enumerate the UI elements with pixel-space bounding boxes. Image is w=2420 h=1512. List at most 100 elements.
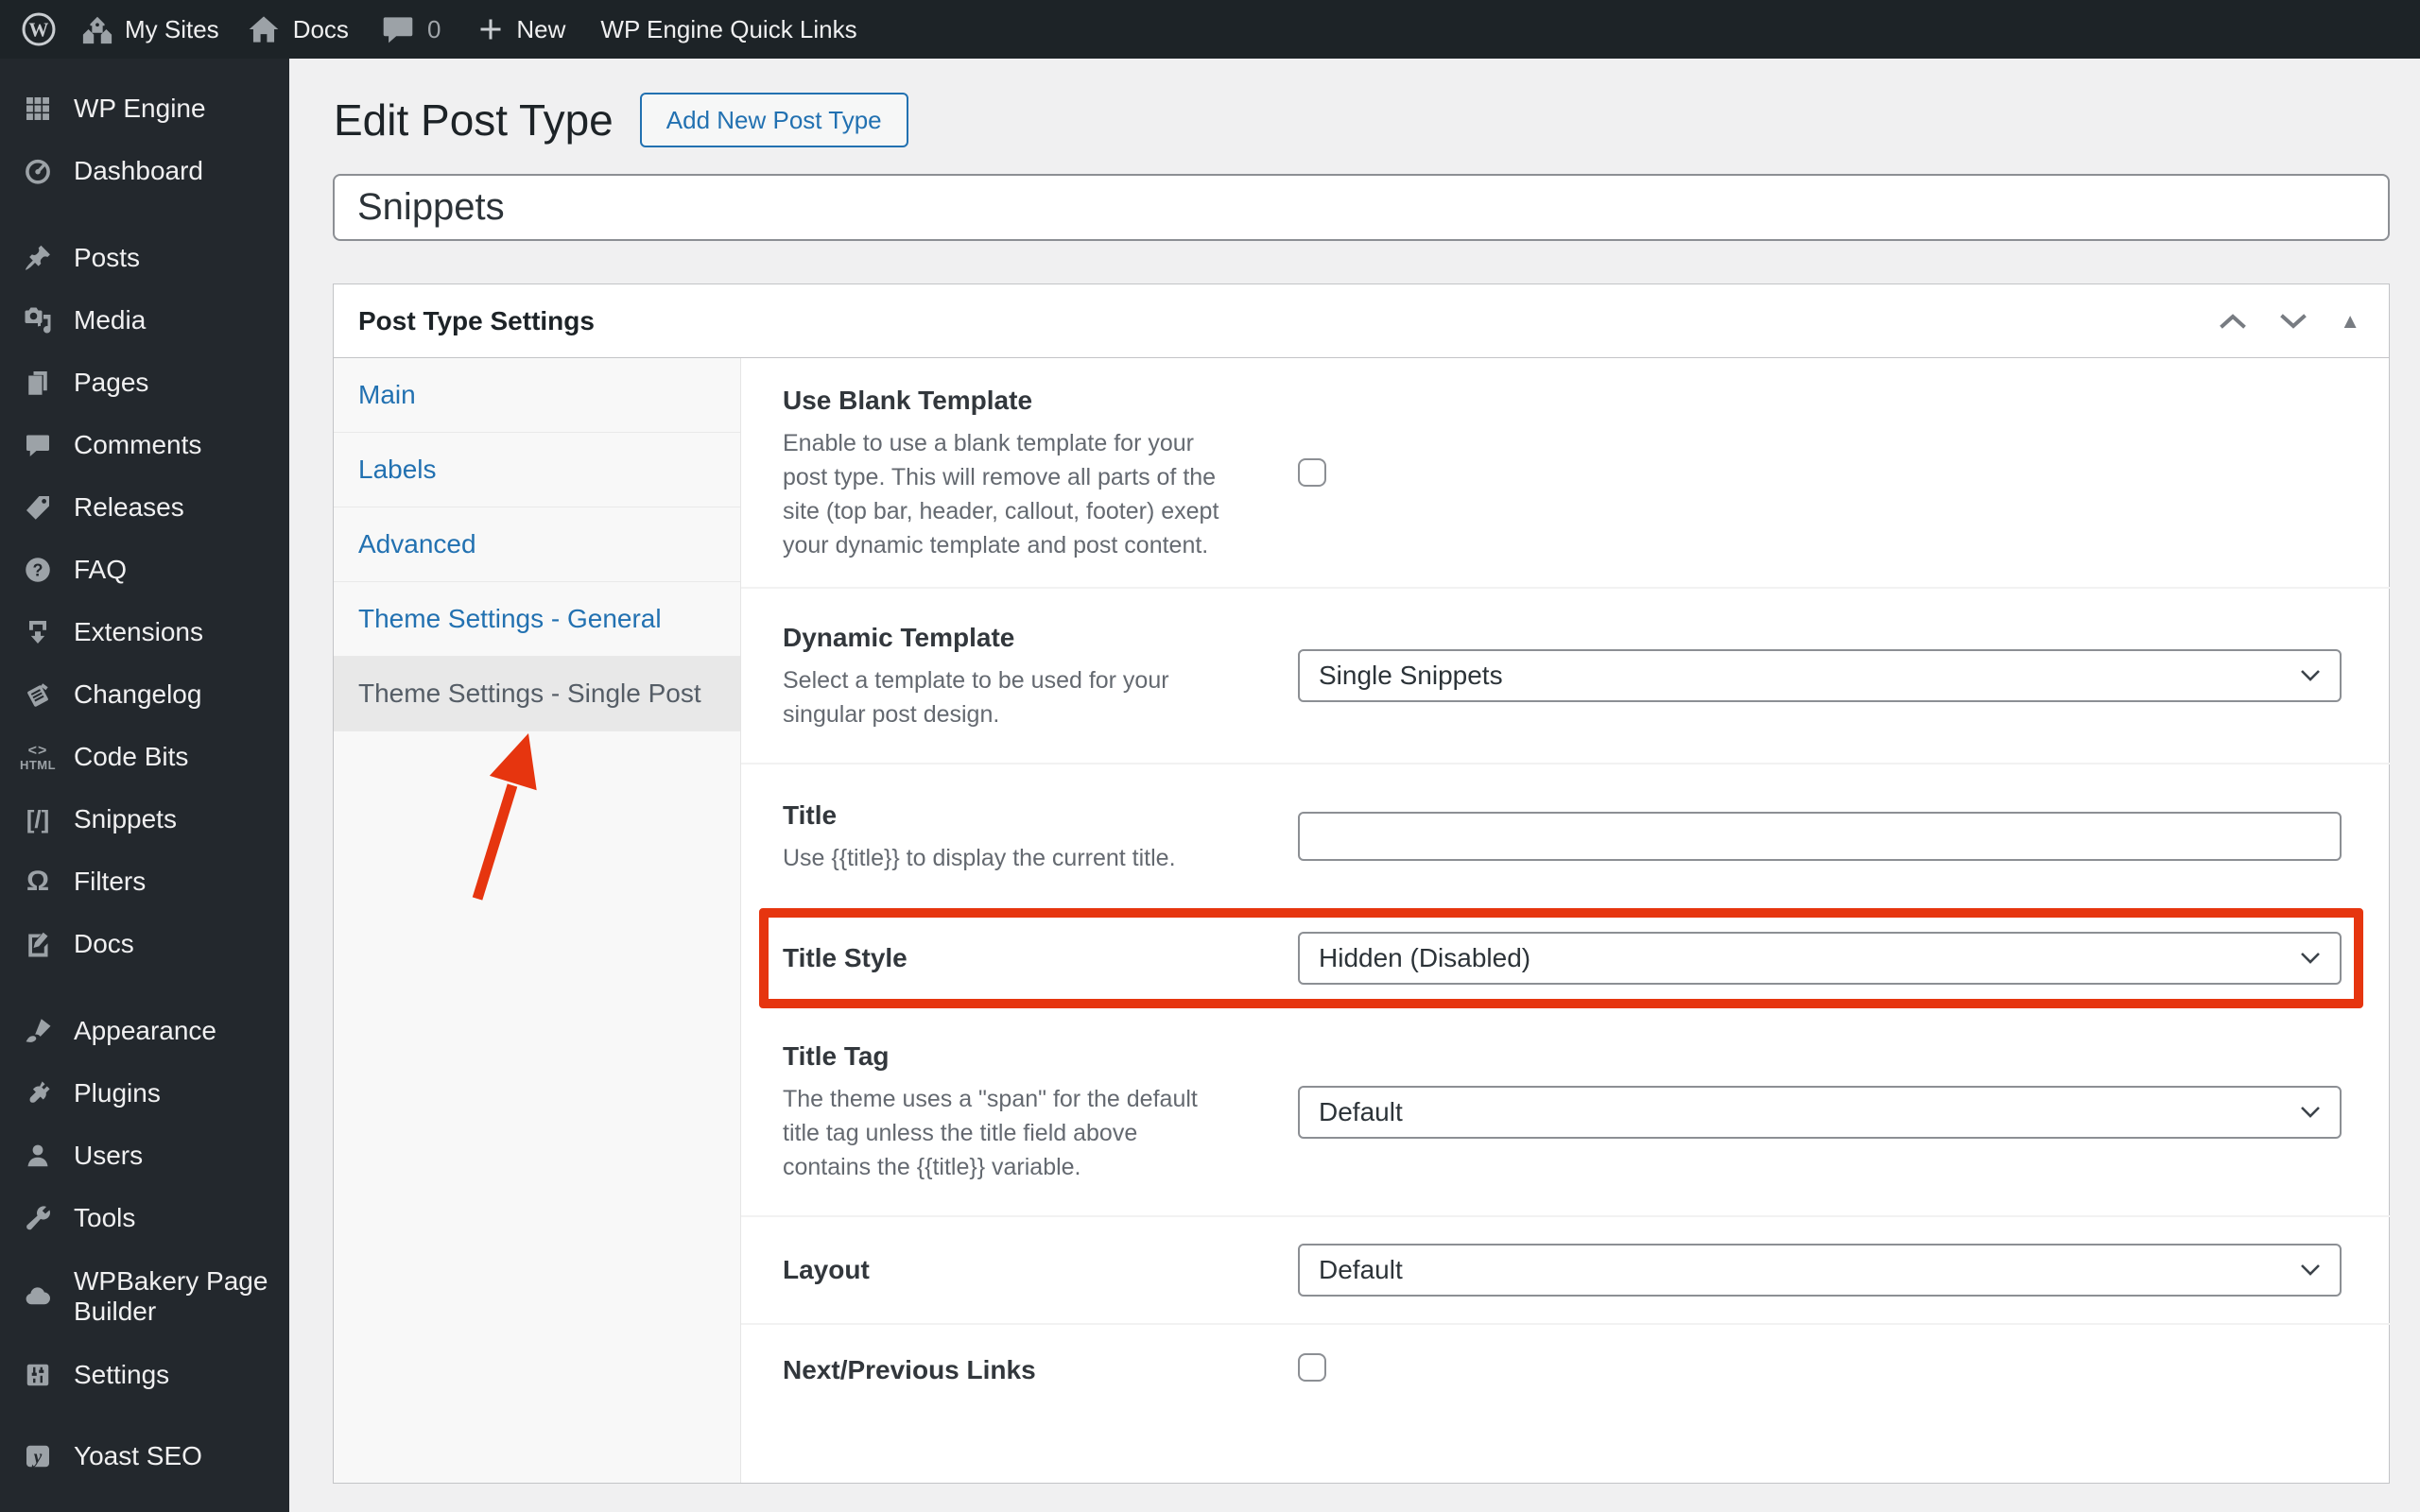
quick-links-label: WP Engine Quick Links [600,14,857,43]
sidebar-item-changelog[interactable]: Changelog [0,663,289,726]
sidebar-item-appearance[interactable]: Appearance [0,1000,289,1062]
plus-icon [476,15,505,43]
multisite-icon [79,13,115,45]
field-description: Select a template to be used for your si… [783,666,1169,728]
chevron-down-icon [2300,952,2321,965]
toggle-panel-icon[interactable]: ▲ [2336,307,2364,335]
add-new-post-type-button[interactable]: Add New Post Type [639,93,908,147]
sliders-icon [17,1361,59,1389]
my-sites-menu[interactable]: My Sites [79,13,219,45]
sidebar-item-filters[interactable]: Ω Filters [0,850,289,913]
omega-icon: Ω [26,866,50,897]
paintbrush-icon [17,1017,59,1045]
field-label: Title Tag [783,1041,890,1071]
camera-icon [17,306,59,335]
wordpress-admin: W My Sites Docs 0 New WP Engine Quick Li… [0,0,2420,1512]
metabox-title: Post Type Settings [358,305,595,335]
field-label: Layout [783,1255,870,1284]
next-previous-links-checkbox[interactable] [1298,1353,1326,1382]
layout-select[interactable]: Default [1298,1244,2342,1297]
field-title-tag: Title Tag The theme uses a "span" for th… [741,1008,2390,1217]
menu-separator [0,202,289,227]
selected-value: Hidden (Disabled) [1319,943,1531,972]
sidebar-item-wpbakery[interactable]: WPBakery Page Builder [0,1249,289,1344]
sidebar-item-tools[interactable]: Tools [0,1187,289,1249]
menu-separator [0,1406,289,1425]
pushpin-icon [17,244,59,272]
svg-text:W: W [29,19,49,42]
use-blank-template-checkbox[interactable] [1298,458,1326,487]
speech-bubble-icon [17,431,59,459]
sidebar-item-yoast-seo[interactable]: y Yoast SEO [0,1425,289,1487]
sidebar-item-pages[interactable]: Pages [0,352,289,414]
tag-icon [17,493,59,522]
chevron-down-icon [2300,669,2321,682]
metabox-header[interactable]: Post Type Settings ▲ [334,284,2389,358]
sidebar-item-settings[interactable]: Settings [0,1344,289,1406]
comment-bubble-icon [381,13,415,45]
sidebar-item-users[interactable]: Users [0,1125,289,1187]
sidebar-item-media[interactable]: Media [0,289,289,352]
chevron-down-icon [2300,1106,2321,1119]
shortcode-icon: [/] [26,805,50,833]
move-up-icon[interactable] [2215,308,2251,335]
field-description: The theme uses a "span" for the default … [783,1086,1198,1180]
write-notes-icon [17,680,59,709]
sidebar-item-wp-engine[interactable]: WP Engine [0,77,289,140]
admin-content: Edit Post Type Add New Post Type Post Ty… [289,59,2420,1512]
dynamic-template-select[interactable]: Single Snippets [1298,649,2342,702]
selected-value: Default [1319,1255,1403,1284]
site-docs-menu[interactable]: Docs [248,14,349,44]
field-label: Dynamic Template [783,622,1015,652]
tab-theme-settings-single-post[interactable]: Theme Settings - Single Post [334,657,740,731]
field-description: Enable to use a blank template for your … [783,429,1219,558]
dashboard-icon [17,157,59,185]
new-label: New [516,14,566,43]
wordpress-logo-icon[interactable]: W [21,11,57,47]
page-header: Edit Post Type Add New Post Type [334,93,908,147]
sidebar-item-comments[interactable]: Comments [0,414,289,476]
annotation-arrow [472,733,537,901]
new-menu[interactable]: New [476,15,565,44]
sidebar-item-dashboard[interactable]: Dashboard [0,140,289,202]
settings-fields: Use Blank Template Enable to use a blank… [741,358,2390,1483]
sidebar-item-docs[interactable]: Docs [0,913,289,975]
user-icon [17,1142,59,1170]
field-layout: Layout Default [741,1217,2390,1325]
sidebar-item-extensions[interactable]: Extensions [0,601,289,663]
grid-icon [17,94,59,123]
metabox-body: Main Labels Advanced Theme Settings - Ge… [334,358,2390,1483]
svg-text:?: ? [33,560,43,579]
title-tag-select[interactable]: Default [1298,1085,2342,1139]
sidebar-item-releases[interactable]: Releases [0,476,289,539]
title-style-select[interactable]: Hidden (Disabled) [1298,932,2342,985]
settings-tab-list: Main Labels Advanced Theme Settings - Ge… [334,358,741,1483]
sidebar-item-plugins[interactable]: Plugins [0,1062,289,1125]
site-docs-label: Docs [292,14,349,43]
sidebar-item-faq[interactable]: ? FAQ [0,539,289,601]
tab-advanced[interactable]: Advanced [334,507,740,582]
admin-sidebar-menu: WP Engine Dashboard Posts Media Pages Co… [0,59,289,1512]
menu-separator [0,975,289,1000]
title-text-input[interactable] [1298,812,2342,861]
sidebar-item-snippets[interactable]: [/] Snippets [0,788,289,850]
plug-icon [17,1079,59,1108]
chevron-down-icon [2300,1263,2321,1277]
tab-theme-settings-general[interactable]: Theme Settings - General [334,582,740,657]
field-label: Title Style [783,943,908,972]
pages-icon [17,369,59,397]
wp-engine-quick-links-menu[interactable]: WP Engine Quick Links [600,15,856,44]
home-icon [248,14,280,44]
move-down-icon[interactable] [2275,308,2311,335]
comments-menu[interactable]: 0 [381,13,441,45]
cloud-icon [17,1282,59,1311]
sidebar-item-code-bits[interactable]: <> HTML Code Bits [0,726,289,788]
comments-count: 0 [426,14,441,43]
sidebar-item-posts[interactable]: Posts [0,227,289,289]
field-label: Use Blank Template [783,385,1033,415]
post-type-title-input[interactable] [333,174,2390,241]
tab-main[interactable]: Main [334,358,740,433]
metabox-handle-actions: ▲ [2215,307,2364,335]
tab-labels[interactable]: Labels [334,433,740,507]
svg-text:y: y [32,1448,43,1468]
